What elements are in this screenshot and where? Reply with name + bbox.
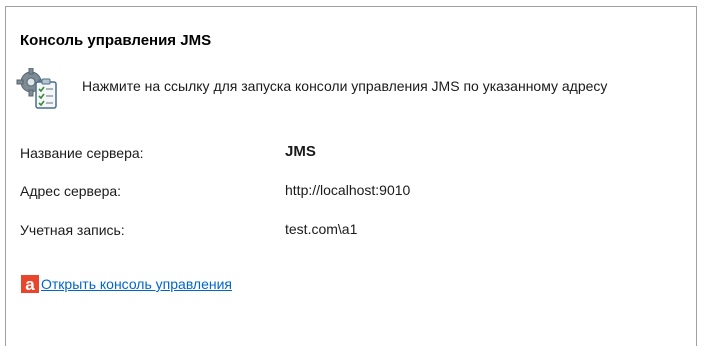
server-name-label: Название сервера: — [20, 145, 144, 161]
gear-clipboard-icon — [16, 67, 57, 112]
panel-title: Консоль управления JMS — [20, 32, 212, 49]
jms-console-panel — [5, 6, 697, 346]
server-address-value: http://localhost:9010 — [285, 182, 411, 198]
account-value: test.com\a1 — [285, 221, 358, 237]
open-console-link[interactable]: Открыть консоль управления — [41, 276, 232, 292]
server-name-value: JMS — [285, 143, 316, 160]
info-description: Нажмите на ссылку для запуска консоли уп… — [82, 78, 608, 94]
svg-text:a: a — [25, 275, 35, 293]
app-logo-icon[interactable]: a — [21, 275, 39, 294]
account-label: Учетная запись: — [20, 222, 125, 238]
server-address-label: Адрес сервера: — [20, 183, 122, 199]
